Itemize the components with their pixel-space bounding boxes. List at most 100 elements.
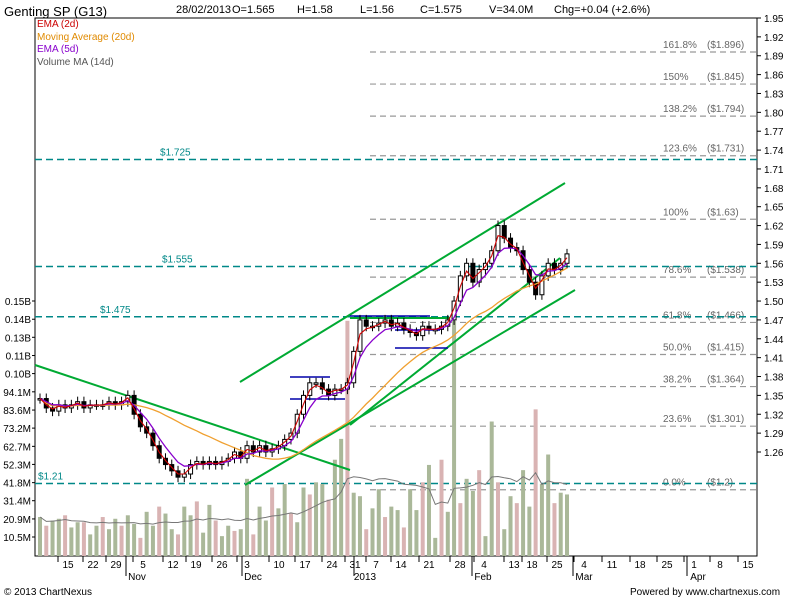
volume-bar — [107, 529, 112, 556]
volume-bar — [326, 499, 331, 556]
volume-bar — [307, 494, 312, 556]
volume-tick-label: 31.4M — [3, 497, 31, 508]
volume-bar — [182, 506, 187, 556]
volume-bar — [408, 489, 413, 556]
header-open: O=1.565 — [232, 4, 275, 16]
volume-bar — [364, 529, 369, 556]
price-tick-label: 1.29 — [764, 429, 784, 440]
fib-level-label: 161.8% — [663, 40, 697, 51]
price-tick-label: 1.50 — [764, 297, 784, 308]
volume-bar — [426, 464, 431, 556]
volume-bar — [270, 487, 275, 556]
volume-bar — [452, 320, 457, 556]
volume-bar — [257, 506, 262, 556]
price-tick-label: 1.95 — [764, 14, 784, 25]
volume-bar — [508, 496, 513, 556]
volume-bar — [458, 503, 463, 556]
header-high: H=1.58 — [297, 4, 333, 16]
volume-bar — [295, 522, 300, 556]
candle-body — [470, 262, 476, 283]
legend: EMA (2d) Moving Average (20d) EMA (5d) V… — [37, 19, 135, 69]
volume-tick-label: 0.13B — [5, 333, 31, 344]
stock-chart: 1.26 1.29 1.32 1.35 1.38 1.41 1.44 1.47 1.50 1.53… — [3, 14, 784, 583]
support-level-label: $1.475 — [100, 305, 131, 316]
volume-tick-label: 94.1M — [3, 388, 31, 399]
candle-body — [313, 382, 319, 385]
price-tick-label: 1.59 — [764, 240, 784, 251]
day-tick-label: 7 — [373, 560, 379, 571]
fib-level-label: 38.2% — [663, 375, 691, 386]
day-tick-label: 17 — [299, 560, 311, 571]
support-level-label: $1.725 — [160, 148, 191, 159]
header-volume: V=34.0M — [489, 4, 534, 16]
month-label: Apr — [690, 572, 706, 583]
volume-tick-label: 0.14B — [5, 315, 31, 326]
day-tick-label: 13 — [508, 560, 520, 571]
volume-bar — [332, 459, 337, 556]
volume-bar — [470, 490, 475, 556]
day-tick-label: 21 — [423, 560, 435, 571]
volume-bar — [75, 522, 80, 556]
volume-bar — [370, 508, 375, 556]
volume-bar — [565, 494, 569, 556]
volume-tick-label: 41.8M — [3, 479, 31, 490]
volume-bar — [69, 527, 74, 556]
volume-bar — [376, 489, 381, 556]
price-tick-label: 1.62 — [764, 222, 784, 233]
powered-by-link[interactable]: Powered by www.chartnexus.com — [630, 587, 780, 598]
month-label: Feb — [474, 572, 492, 583]
day-tick-label: 4 — [581, 560, 587, 571]
volume-bar — [558, 492, 563, 556]
volume-bar — [94, 525, 99, 556]
volume-bar — [150, 525, 155, 556]
volume-bar — [63, 515, 68, 556]
price-tick-label: 1.77 — [764, 127, 784, 138]
volume-bar — [125, 515, 130, 556]
candle-body — [457, 275, 463, 302]
volume-bar — [439, 459, 444, 556]
volume-bar — [213, 520, 218, 556]
header-close: C=1.575 — [420, 4, 462, 16]
candle-body — [501, 225, 507, 239]
volume-bar — [201, 532, 206, 556]
fib-level-label: 23.6% — [663, 414, 691, 425]
volume-bar — [320, 484, 325, 556]
volume-bar — [420, 482, 425, 556]
volume-bar — [132, 523, 137, 556]
day-tick-label: 22 — [87, 560, 99, 571]
price-tick-label: 1.44 — [764, 335, 784, 346]
legend-volume-ma: Volume MA (14d) — [37, 56, 114, 68]
day-tick-label: 31 — [349, 560, 361, 571]
volume-bar — [433, 537, 438, 556]
day-tick-label: 5 — [140, 560, 146, 571]
volume-bar — [489, 421, 494, 556]
legend-ema5: EMA (5d) — [37, 44, 79, 55]
volume-bar — [50, 520, 55, 556]
volume-bar — [357, 496, 362, 556]
day-tick-label: 18 — [526, 560, 538, 571]
volume-bar — [81, 522, 86, 556]
volume-bar — [163, 513, 168, 556]
volume-bar — [194, 501, 199, 556]
volume-tick-label: 0.15B — [5, 297, 31, 308]
volume-bar — [401, 527, 406, 556]
day-tick-label: 12 — [167, 560, 179, 571]
volume-bar — [527, 506, 532, 556]
candle-body — [420, 325, 426, 337]
fib-level-label: 50.0% — [663, 343, 691, 354]
fib-level-value: ($1.364) — [707, 375, 744, 386]
fib-level-value: ($1.731) — [707, 144, 744, 155]
volume-bar — [263, 520, 268, 556]
chart-title: Genting SP (G13) — [4, 4, 108, 19]
volume-bar — [445, 511, 450, 556]
volume-bar — [314, 482, 319, 556]
price-tick-label: 1.80 — [764, 108, 784, 119]
volume-bar — [514, 503, 519, 556]
fib-level-value: ($1.415) — [707, 343, 744, 354]
legend-ma20: Moving Average (20d) — [37, 31, 135, 43]
volume-bar — [552, 503, 557, 556]
price-tick-label: 1.89 — [764, 52, 784, 63]
volume-bar — [395, 510, 400, 556]
price-tick-label: 1.41 — [764, 354, 784, 365]
price-tick-label: 1.68 — [764, 184, 784, 195]
